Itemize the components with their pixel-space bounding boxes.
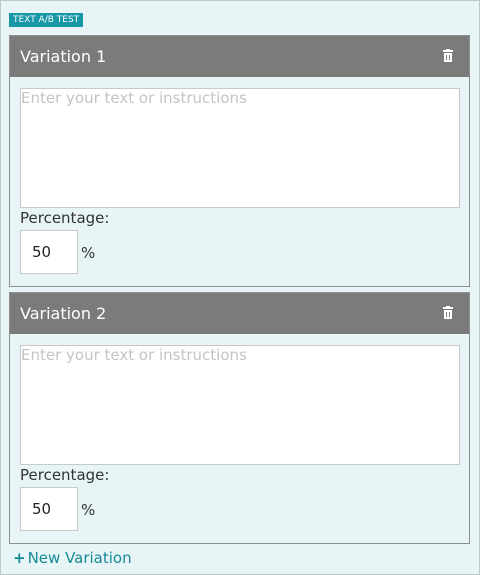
trash-icon[interactable] — [441, 49, 455, 65]
percentage-label: Percentage: — [20, 209, 110, 227]
new-variation-label: New Variation — [27, 549, 132, 567]
variation-card-1: Variation 1 Percentage: % — [9, 35, 470, 287]
variation-card-2: Variation 2 Percentage: % — [9, 292, 470, 544]
variation-title: Variation 1 — [20, 47, 107, 66]
trash-icon[interactable] — [441, 306, 455, 322]
variation-text-input[interactable] — [20, 88, 460, 208]
variation-text-input[interactable] — [20, 345, 460, 465]
variation-header: Variation 2 — [10, 293, 469, 334]
percentage-input[interactable] — [20, 230, 78, 274]
variation-header: Variation 1 — [10, 36, 469, 77]
section-badge: TEXT A/B TEST — [9, 13, 84, 27]
percentage-label: Percentage: — [20, 466, 110, 484]
plus-icon: + — [13, 549, 26, 567]
percentage-input[interactable] — [20, 487, 78, 531]
variation-title: Variation 2 — [20, 304, 107, 323]
new-variation-link[interactable]: + New Variation — [13, 549, 132, 567]
ab-test-panel: TEXT A/B TEST Variation 1 Percentage: % … — [0, 0, 480, 575]
percentage-unit: % — [81, 501, 96, 519]
percentage-unit: % — [81, 244, 96, 262]
